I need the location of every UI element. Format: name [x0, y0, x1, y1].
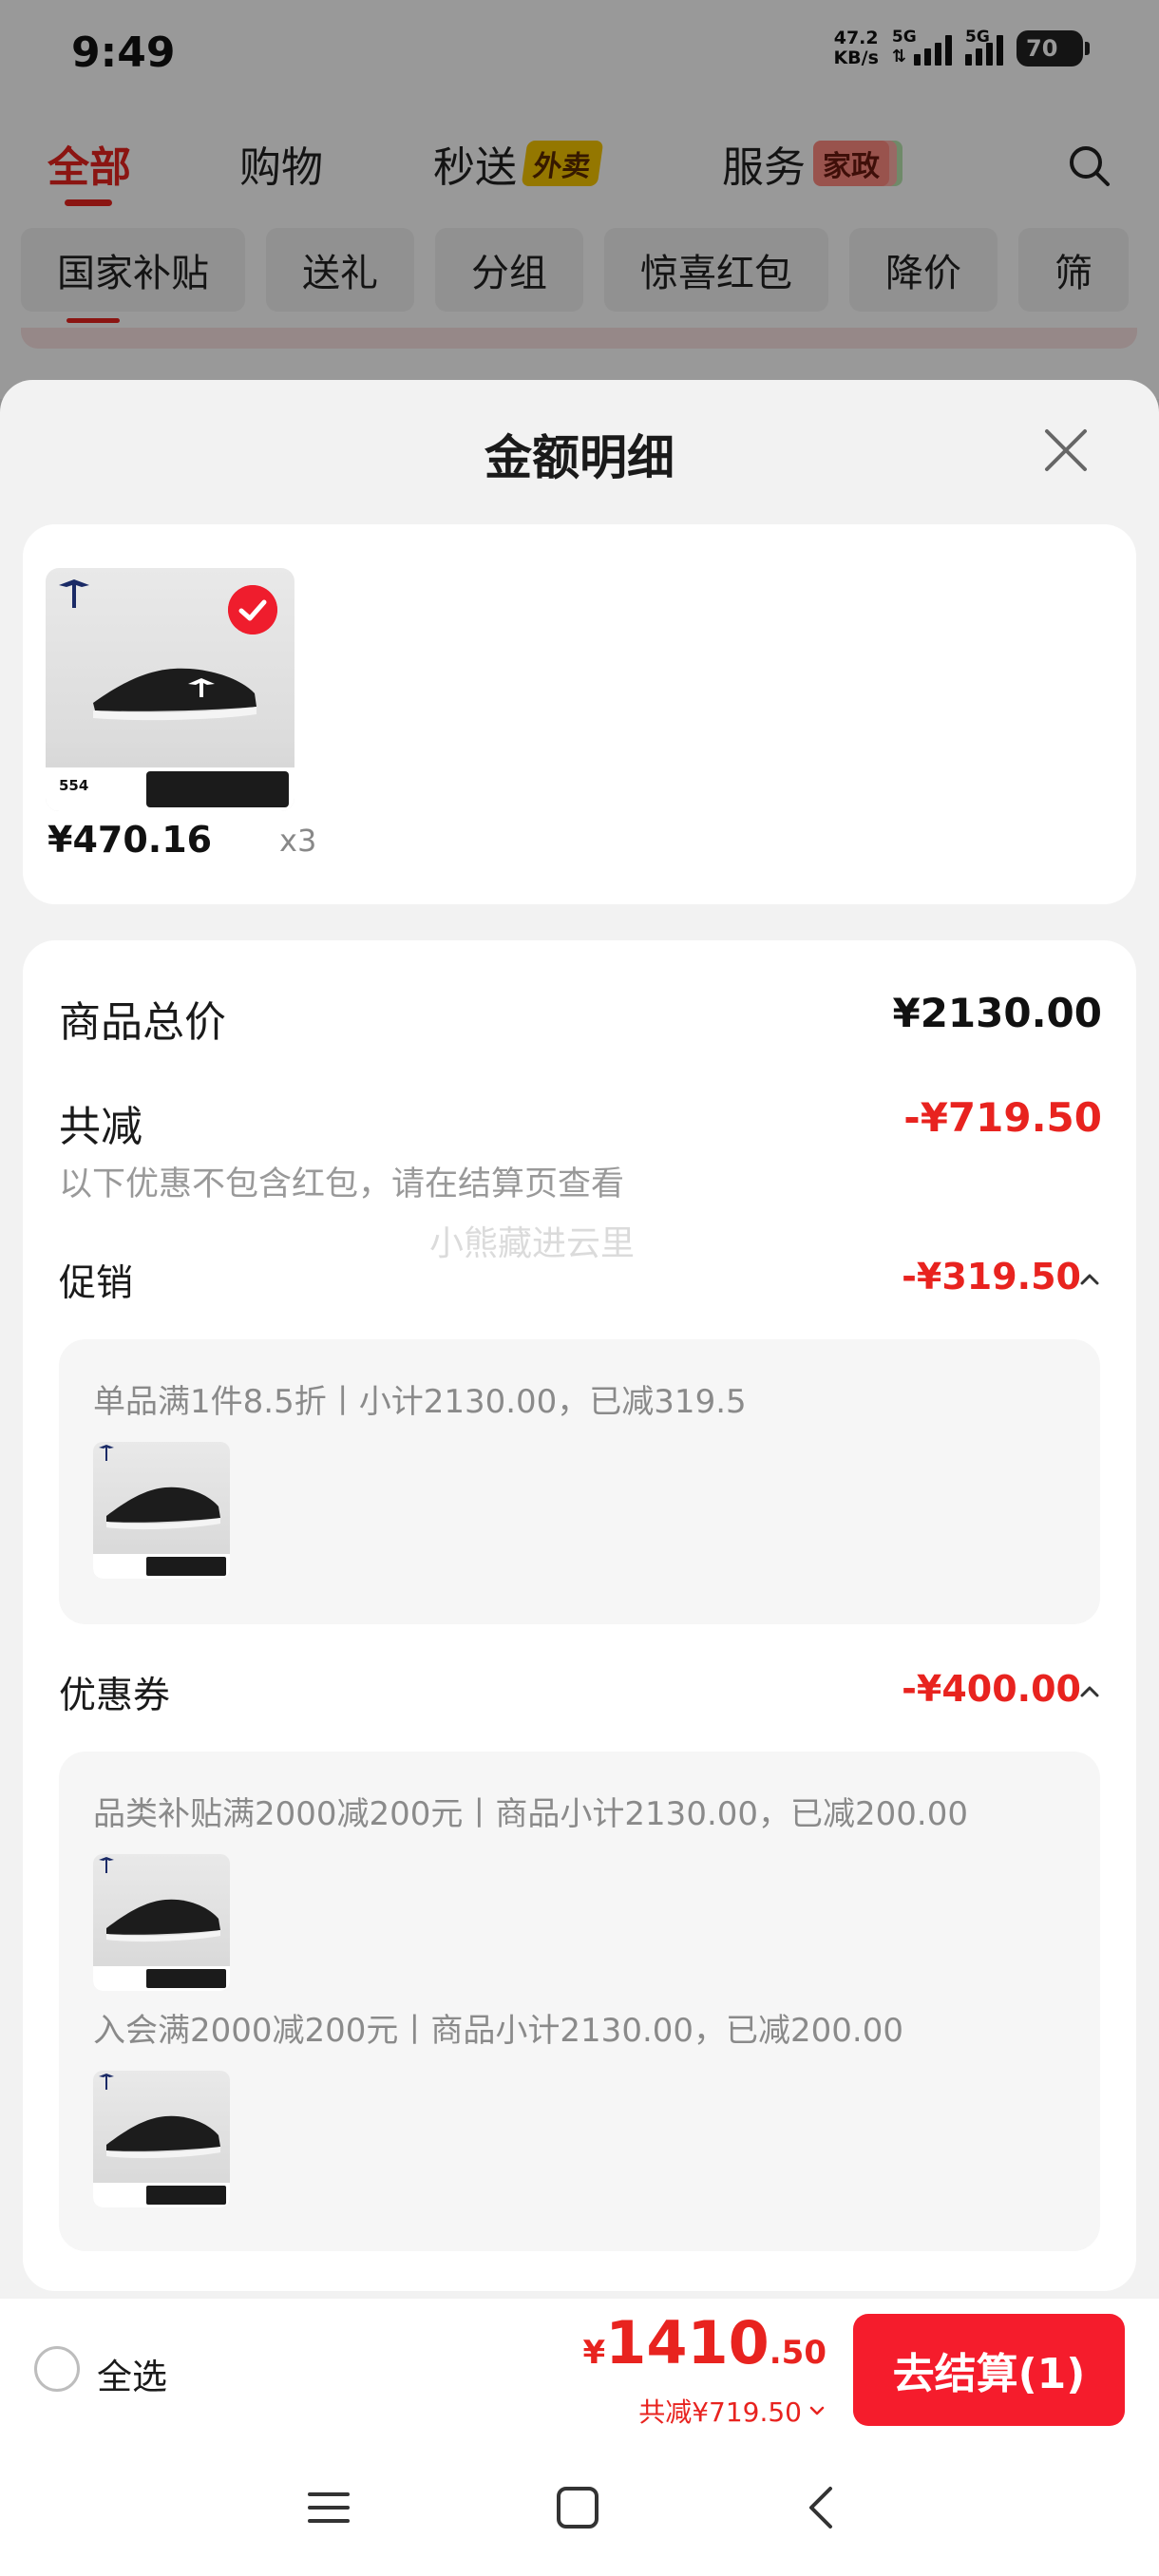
checkout-total: ¥ 1410 .50: [582, 2308, 826, 2377]
total-price-label: 商品总价: [59, 998, 226, 1047]
chevron-up-icon[interactable]: [1079, 1269, 1100, 1290]
promo-detail-box: 单品满1件8.5折丨小计2130.00，已减319.5: [59, 1339, 1100, 1624]
brand-logo-icon: [59, 579, 89, 608]
back-icon[interactable]: [794, 2479, 851, 2536]
total-discount-value: -¥719.50: [903, 1094, 1102, 1141]
selected-check-icon[interactable]: [228, 585, 277, 635]
promo-label: 促销: [59, 1262, 134, 1305]
coupon-detail-box: 品类补贴满2000减200元丨商品小计2130.00，已减200.00 入会满2…: [59, 1752, 1100, 2251]
total-discount-label: 共减: [59, 1103, 142, 1151]
chevron-down-icon: [809, 2406, 825, 2415]
menu-icon[interactable]: [300, 2479, 357, 2536]
chevron-up-icon[interactable]: [1079, 1681, 1100, 1702]
price-detail-card: 商品总价 ¥2130.00 共减 -¥719.50 以下优惠不包含红包，请在结算…: [23, 940, 1136, 2291]
amount-detail-sheet: 金额明细 554 ¥470.16 x3 商品总价 ¥2130.00 共减 -¥7…: [0, 380, 1159, 2576]
system-nav-bar: [0, 2441, 1159, 2576]
total-price-value: ¥2130.00: [892, 990, 1102, 1036]
select-all-radio[interactable]: [34, 2346, 80, 2392]
checkout-discount[interactable]: 共减¥719.50: [638, 2392, 826, 2430]
watermark: 小熊藏进云里: [429, 1224, 636, 1263]
coupon-item-thumbnail[interactable]: [93, 2071, 230, 2207]
coupon-value[interactable]: -¥400.00: [902, 1668, 1081, 1710]
sheet-title: 金额明细: [484, 430, 674, 485]
close-icon[interactable]: [1039, 424, 1092, 477]
promo-item-thumbnail[interactable]: [93, 1442, 230, 1579]
select-all-label[interactable]: 全选: [97, 2348, 167, 2399]
product-thumbnail[interactable]: 554: [46, 568, 294, 811]
promo-value[interactable]: -¥319.50: [902, 1256, 1081, 1297]
discount-note: 以下优惠不包含红包，请在结算页查看: [59, 1165, 625, 1203]
checkout-button[interactable]: 去结算(1): [853, 2314, 1125, 2426]
promo-item-text: 单品满1件8.5折丨小计2130.00，已减319.5: [93, 1383, 747, 1421]
coupon-item-text: 品类补贴满2000减200元丨商品小计2130.00，已减200.00: [93, 1795, 968, 1833]
product-card: 554 ¥470.16 x3: [23, 524, 1136, 904]
thumbnail-price-strip: 554: [46, 767, 294, 811]
shoe-image: [93, 668, 256, 721]
coupon-item-text: 入会满2000减200元丨商品小计2130.00，已减200.00: [93, 2012, 903, 2050]
product-price: ¥470.16: [48, 819, 213, 861]
product-quantity: x3: [279, 823, 317, 859]
coupon-label: 优惠券: [59, 1675, 171, 1717]
checkout-bar: 全选 ¥ 1410 .50 共减¥719.50 去结算(1): [0, 2299, 1159, 2441]
home-icon[interactable]: [549, 2479, 606, 2536]
coupon-item-thumbnail[interactable]: [93, 1854, 230, 1991]
